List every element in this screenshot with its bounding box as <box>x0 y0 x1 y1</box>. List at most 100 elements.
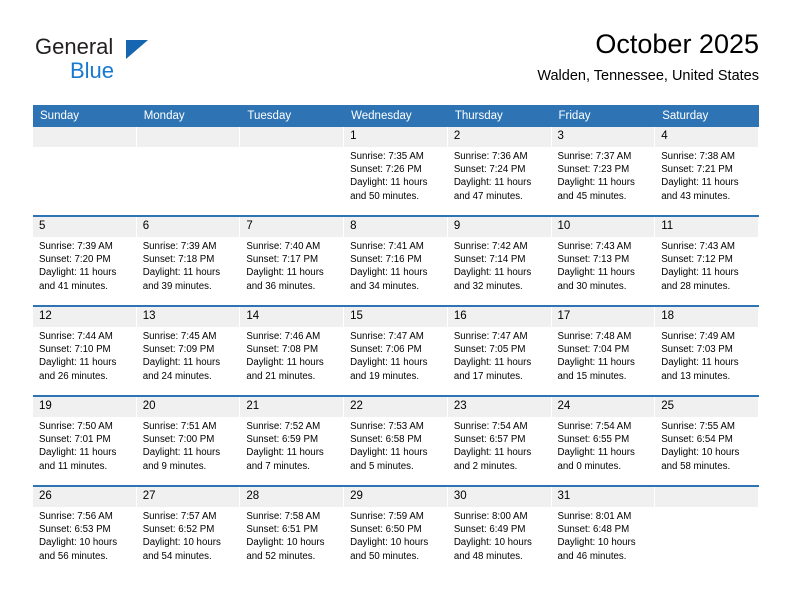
day-detail-line: and 36 minutes. <box>246 280 316 292</box>
day-detail-line: Sunrise: 7:49 AM <box>661 331 735 342</box>
day-details: Sunrise: 7:45 AM Sunset: 7:09 PM Daylight:… <box>137 327 240 383</box>
day-detail-line: Sunset: 7:16 PM <box>350 254 422 266</box>
calendar-day-cell[interactable]: 21 Sunrise: 7:52 AM Sunset: 6:59 PM Dayligh… <box>240 397 345 485</box>
day-detail-line: and 50 minutes. <box>350 190 420 202</box>
day-detail-line: Sunrise: 8:00 AM <box>453 511 528 522</box>
day-detail-line: Sunrise: 7:53 AM <box>350 421 424 432</box>
calendar-day-cell[interactable]: 5 Sunrise: 7:39 AM Sunset: 7:20 PM Daylight… <box>33 217 137 305</box>
calendar-day-cell[interactable]: 1 Sunrise: 7:35 AM Sunset: 7:26 PM Daylight… <box>344 127 448 215</box>
day-number-band <box>447 127 551 147</box>
calendar-day-cell[interactable]: 28 Sunrise: 7:58 AM Sunset: 6:51 PM Dayligh… <box>240 487 345 575</box>
day-detail-line: Daylight: 11 hours <box>661 357 739 369</box>
day-detail-line: Sunset: 7:23 PM <box>557 164 630 176</box>
day-details: Sunrise: 7:54 AM Sunset: 6:57 PM Daylight:… <box>448 417 551 473</box>
calendar-day-cell[interactable]: 12 Sunrise: 7:44 AM Sunset: 7:10 PM Dayligh… <box>33 307 137 395</box>
day-number: 11 <box>661 220 674 232</box>
day-detail-line: Sunset: 7:10 PM <box>39 344 111 356</box>
calendar-week-row: 19 Sunrise: 7:50 AM Sunset: 7:01 PM Dayligh… <box>33 395 759 485</box>
day-detail-line: Sunset: 6:51 PM <box>246 524 319 536</box>
page-subtitle: Walden, Tennessee, United States <box>537 68 759 84</box>
day-detail-line: Sunrise: 7:55 AM <box>661 421 735 432</box>
calendar-day-cell[interactable]: 17 Sunrise: 7:48 AM Sunset: 7:04 PM Dayligh… <box>551 307 656 395</box>
calendar-day-cell[interactable]: 31 Sunrise: 8:01 AM Sunset: 6:48 PM Dayligh… <box>551 487 656 575</box>
calendar-day-cell[interactable]: 18 Sunrise: 7:49 AM Sunset: 7:03 PM Dayligh… <box>655 307 759 395</box>
day-detail-line: Sunset: 6:48 PM <box>557 524 630 536</box>
calendar-day-cell[interactable]: 15 Sunrise: 7:47 AM Sunset: 7:06 PM Dayligh… <box>344 307 448 395</box>
calendar-day-cell[interactable]: 10 Sunrise: 7:43 AM Sunset: 7:13 PM Dayligh… <box>551 217 656 305</box>
day-detail-line: Sunset: 6:54 PM <box>661 434 733 446</box>
calendar-day-cell[interactable]: 13 Sunrise: 7:45 AM Sunset: 7:09 PM Dayligh… <box>136 307 241 395</box>
calendar-week-row: 1 Sunrise: 7:35 AM Sunset: 7:26 PM Daylight… <box>33 127 759 215</box>
general-blue-logo[interactable]: General Blue <box>33 28 263 88</box>
calendar-day-cell[interactable]: 9 Sunrise: 7:42 AM Sunset: 7:14 PM Daylight… <box>447 217 552 305</box>
day-details: Sunrise: 7:39 AM Sunset: 7:20 PM Daylight:… <box>33 237 136 293</box>
day-number: 16 <box>453 310 467 322</box>
calendar-day-cell[interactable]: 19 Sunrise: 7:50 AM Sunset: 7:01 PM Dayligh… <box>33 397 137 485</box>
day-detail-line: Sunset: 7:14 PM <box>453 254 526 266</box>
day-details: Sunrise: 7:56 AM Sunset: 6:53 PM Daylight:… <box>33 507 136 563</box>
calendar-day-cell[interactable]: 29 Sunrise: 7:59 AM Sunset: 6:50 PM Dayligh… <box>344 487 448 575</box>
day-detail-line: Sunrise: 7:42 AM <box>453 241 528 252</box>
day-detail-line: Sunset: 7:06 PM <box>350 344 422 356</box>
calendar-day-cell[interactable]: 4 Sunrise: 7:38 AM Sunset: 7:21 PM Daylight… <box>655 127 759 215</box>
day-detail-line: Daylight: 11 hours <box>39 267 117 279</box>
day-details: Sunrise: 7:43 AM Sunset: 7:13 PM Daylight:… <box>552 237 655 293</box>
calendar-day-cell[interactable]: 30 Sunrise: 8:00 AM Sunset: 6:49 PM Dayligh… <box>447 487 552 575</box>
day-detail-line: Sunrise: 7:36 AM <box>453 151 528 162</box>
day-details: Sunrise: 8:00 AM Sunset: 6:49 PM Daylight:… <box>448 507 551 563</box>
day-details: Sunrise: 7:51 AM Sunset: 7:00 PM Daylight:… <box>137 417 240 473</box>
day-detail-line: Daylight: 11 hours <box>453 177 532 189</box>
day-detail-line: Sunrise: 7:47 AM <box>453 331 528 342</box>
day-number: 4 <box>661 130 668 142</box>
calendar-day-cell[interactable]: 2 Sunrise: 7:36 AM Sunset: 7:24 PM Daylight… <box>447 127 552 215</box>
calendar-day-cell[interactable]: 25 Sunrise: 7:55 AM Sunset: 6:54 PM Dayligh… <box>655 397 759 485</box>
calendar-day-cell[interactable]: 26 Sunrise: 7:56 AM Sunset: 6:53 PM Dayligh… <box>33 487 137 575</box>
day-detail-line: Sunrise: 7:50 AM <box>39 421 113 432</box>
calendar-day-cell[interactable]: 8 Sunrise: 7:41 AM Sunset: 7:16 PM Daylight… <box>344 217 448 305</box>
day-detail-line: Sunset: 7:26 PM <box>350 164 422 176</box>
day-detail-line: and 15 minutes. <box>557 370 627 382</box>
day-number-band <box>136 217 240 237</box>
day-detail-line: Sunrise: 7:57 AM <box>142 511 217 522</box>
calendar-day-cell[interactable]: 7 Sunrise: 7:40 AM Sunset: 7:17 PM Daylight… <box>240 217 345 305</box>
day-number: 25 <box>661 400 675 412</box>
day-number-band <box>655 487 758 507</box>
day-detail-line: Sunrise: 7:40 AM <box>246 241 321 252</box>
calendar-day-cell[interactable]: 20 Sunrise: 7:51 AM Sunset: 7:00 PM Dayligh… <box>136 397 241 485</box>
day-detail-line: Sunset: 7:24 PM <box>453 164 526 176</box>
day-of-week-header: Friday <box>558 110 591 122</box>
day-details: Sunrise: 7:54 AM Sunset: 6:55 PM Daylight:… <box>552 417 655 473</box>
day-detail-line: and 48 minutes. <box>453 550 523 562</box>
calendar-day-cell-empty <box>240 127 345 215</box>
day-detail-line: Daylight: 11 hours <box>142 357 221 369</box>
day-detail-line: and 56 minutes. <box>39 550 108 562</box>
calendar-day-cell[interactable]: 14 Sunrise: 7:46 AM Sunset: 7:08 PM Dayligh… <box>240 307 345 395</box>
day-detail-line: Sunrise: 7:37 AM <box>557 151 632 162</box>
day-number-band <box>136 127 240 147</box>
day-number-band <box>447 217 551 237</box>
day-detail-line: Daylight: 11 hours <box>453 447 532 459</box>
day-detail-line: Sunrise: 7:39 AM <box>142 241 217 252</box>
day-detail-line: Sunrise: 7:45 AM <box>142 331 217 342</box>
day-detail-line: and 41 minutes. <box>39 280 108 292</box>
calendar-day-cell[interactable]: 22 Sunrise: 7:53 AM Sunset: 6:58 PM Dayligh… <box>344 397 448 485</box>
day-detail-line: Sunset: 7:01 PM <box>39 434 111 446</box>
day-of-week-header: Thursday <box>454 110 503 122</box>
day-number: 20 <box>142 400 156 412</box>
day-of-week-header: Wednesday <box>351 110 412 122</box>
calendar-day-cell[interactable]: 24 Sunrise: 7:54 AM Sunset: 6:55 PM Dayligh… <box>551 397 656 485</box>
calendar-day-cell[interactable]: 23 Sunrise: 7:54 AM Sunset: 6:57 PM Dayligh… <box>447 397 552 485</box>
day-number-band <box>33 217 136 237</box>
day-detail-line: and 52 minutes. <box>246 550 316 562</box>
day-detail-line: Sunrise: 7:54 AM <box>557 421 632 432</box>
calendar-day-cell[interactable]: 6 Sunrise: 7:39 AM Sunset: 7:18 PM Daylight… <box>136 217 241 305</box>
day-number-band <box>240 127 344 147</box>
day-detail-line: and 58 minutes. <box>661 460 731 472</box>
calendar-day-cell[interactable]: 16 Sunrise: 7:47 AM Sunset: 7:05 PM Dayligh… <box>447 307 552 395</box>
day-number: 7 <box>246 220 253 232</box>
calendar-day-cell[interactable]: 27 Sunrise: 7:57 AM Sunset: 6:52 PM Dayligh… <box>136 487 241 575</box>
calendar-day-cell[interactable]: 11 Sunrise: 7:43 AM Sunset: 7:12 PM Dayligh… <box>655 217 759 305</box>
page-header: General Blue October 2025 Walden, Tennes… <box>33 28 759 98</box>
calendar-day-cell[interactable]: 3 Sunrise: 7:37 AM Sunset: 7:23 PM Daylight… <box>551 127 656 215</box>
calendar-weeks: 1 Sunrise: 7:35 AM Sunset: 7:26 PM Daylight… <box>33 127 759 575</box>
